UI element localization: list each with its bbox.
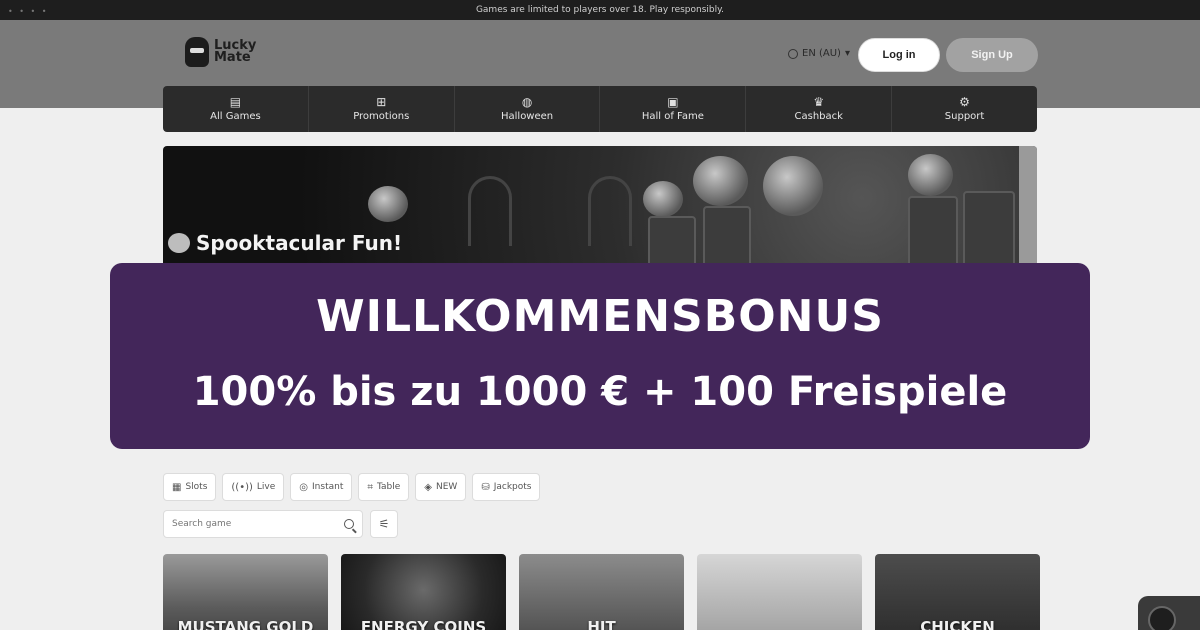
login-button[interactable]: Log in bbox=[858, 38, 940, 72]
game-tile-energy-coins[interactable]: ENERGY COINS bbox=[341, 554, 506, 630]
language-selector[interactable]: EN (AU) ▾ bbox=[788, 48, 850, 59]
game-tile-zeus[interactable] bbox=[697, 554, 862, 630]
nav-item-cashback[interactable]: ♛ Cashback bbox=[746, 86, 893, 132]
game-tile-chicken[interactable]: CHICKEN bbox=[875, 554, 1040, 630]
filter-chip-label: Slots bbox=[185, 482, 208, 492]
chevron-down-icon: ▾ bbox=[844, 48, 850, 59]
game-category-filters: ▦ Slots ((•)) Live ◎ Instant ⌗ Table ◈ N… bbox=[163, 473, 541, 501]
age-notice-bar: • • • • Games are limited to players ove… bbox=[0, 0, 1200, 20]
chat-icon bbox=[1148, 606, 1176, 630]
nav-item-label: All Games bbox=[210, 111, 261, 122]
filter-chip-new[interactable]: ◈ NEW bbox=[415, 473, 467, 501]
bonus-subtitle: 100% bis zu 1000 € + 100 Freispiele bbox=[192, 369, 1008, 415]
support-icon: ⚙ bbox=[959, 95, 970, 109]
jackpot-icon: ⛁ bbox=[481, 481, 490, 493]
filter-chip-table[interactable]: ⌗ Table bbox=[358, 473, 410, 501]
banner-pumpkin-image bbox=[643, 181, 683, 217]
nav-item-all-games[interactable]: ▤ All Games bbox=[163, 86, 309, 132]
nav-item-label: Support bbox=[944, 111, 985, 122]
sliders-icon[interactable]: ⚟ bbox=[370, 510, 398, 538]
filter-chip-label: NEW bbox=[435, 482, 458, 492]
hall-of-fame-icon: ▣ bbox=[667, 95, 679, 109]
hero-banner[interactable] bbox=[163, 146, 1037, 276]
live-chat-button[interactable] bbox=[1138, 596, 1200, 630]
logo-line-2: Mate bbox=[214, 50, 251, 65]
nav-item-support[interactable]: ⚙ Support bbox=[892, 86, 1037, 132]
bonus-title: WILLKOMMENSBONUS bbox=[316, 291, 884, 342]
table-icon: ⌗ bbox=[367, 481, 373, 493]
banner-pumpkin-image bbox=[693, 156, 748, 206]
nav-item-label: Hall of Fame bbox=[641, 111, 704, 122]
game-tile-title: CHICKEN bbox=[920, 618, 995, 630]
filter-chip-instant[interactable]: ◎ Instant bbox=[290, 473, 353, 501]
filter-chip-jackpots[interactable]: ⛁ Jackpots bbox=[472, 473, 541, 501]
filter-chip-label: Table bbox=[377, 482, 401, 492]
filter-chip-label: Live bbox=[256, 482, 276, 492]
banner-title: Spooktacular Fun! bbox=[168, 231, 402, 255]
banner-window-arch bbox=[588, 176, 632, 246]
pumpkin-icon: ◍ bbox=[521, 95, 533, 109]
game-tile-hit[interactable]: HIT bbox=[519, 554, 684, 630]
language-label: EN (AU) bbox=[802, 48, 841, 59]
game-tile-title: ENERGY COINS bbox=[360, 618, 487, 630]
game-grid: MUSTANG GOLD ENERGY COINS HIT CHICKEN bbox=[163, 554, 1040, 630]
banner-skull-pumpkin-image bbox=[763, 156, 823, 216]
logo-text: Lucky Mate bbox=[214, 39, 256, 65]
game-library-icon: ▤ bbox=[229, 95, 242, 109]
search-icon[interactable] bbox=[344, 519, 354, 529]
gift-icon: ⊞ bbox=[376, 95, 387, 109]
filter-chip-label: Jackpots bbox=[493, 482, 532, 492]
game-tile-mustang-gold[interactable]: MUSTANG GOLD bbox=[163, 554, 328, 630]
live-icon: ((•)) bbox=[231, 481, 253, 493]
site-logo[interactable]: Lucky Mate bbox=[185, 37, 256, 67]
banner-next-slide[interactable] bbox=[1019, 146, 1037, 276]
signup-button[interactable]: Sign Up bbox=[946, 38, 1038, 72]
filter-chip-live[interactable]: ((•)) Live bbox=[222, 473, 285, 501]
filter-chip-slots[interactable]: ▦ Slots bbox=[163, 473, 217, 501]
new-icon: ◈ bbox=[424, 481, 432, 493]
game-search-box bbox=[163, 510, 363, 538]
search-input[interactable] bbox=[172, 519, 344, 529]
nav-item-halloween[interactable]: ◍ Halloween bbox=[455, 86, 601, 132]
banner-pumpkin-image bbox=[368, 186, 408, 222]
filter-chip-label: Instant bbox=[312, 482, 344, 492]
game-tile-title: HIT bbox=[587, 618, 616, 630]
slots-icon: ▦ bbox=[172, 481, 182, 493]
banner-pumpkin-image bbox=[908, 154, 953, 196]
age-notice-text: Games are limited to players over 18. Pl… bbox=[475, 5, 725, 15]
banner-window-arch bbox=[468, 176, 512, 246]
nav-item-label: Halloween bbox=[500, 111, 554, 122]
nav-item-label: Promotions bbox=[353, 111, 410, 122]
nav-item-label: Cashback bbox=[794, 111, 843, 122]
banner-title-text: Spooktacular Fun! bbox=[196, 231, 403, 255]
game-tile-title: MUSTANG GOLD bbox=[177, 618, 314, 630]
nav-item-promotions[interactable]: ⊞ Promotions bbox=[309, 86, 455, 132]
globe-icon bbox=[788, 48, 798, 59]
logo-mascot-icon bbox=[185, 37, 209, 67]
pumpkin-icon bbox=[168, 233, 190, 253]
nav-item-hall-of-fame[interactable]: ▣ Hall of Fame bbox=[600, 86, 747, 132]
welcome-bonus-overlay: WILLKOMMENSBONUS 100% bis zu 1000 € + 10… bbox=[110, 263, 1090, 449]
crown-icon: ♛ bbox=[813, 95, 825, 109]
instant-icon: ◎ bbox=[299, 481, 309, 493]
decorative-dots: • • • • bbox=[8, 7, 49, 16]
main-navigation: ▤ All Games ⊞ Promotions ◍ Halloween ▣ H… bbox=[163, 86, 1037, 132]
